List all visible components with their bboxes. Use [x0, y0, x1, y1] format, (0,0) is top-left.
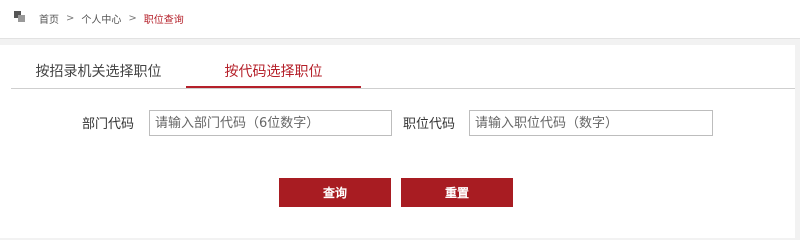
breadcrumb-separator: >: [66, 13, 75, 24]
tab-by-agency[interactable]: 按招录机关选择职位: [11, 58, 186, 86]
breadcrumb-home[interactable]: 首页: [39, 11, 59, 26]
breadcrumb-bar: 首页 > 个人中心 > 职位查询: [0, 0, 800, 39]
breadcrumb-current: 职位查询: [143, 15, 184, 26]
position-code-label: 职位代码: [403, 117, 456, 132]
breadcrumb: 首页 > 个人中心 > 职位查询: [39, 11, 184, 26]
tab-bar: 按招录机关选择职位 按代码选择职位: [11, 58, 795, 89]
breadcrumb-separator: >: [128, 13, 137, 24]
dept-code-label: 部门代码: [82, 117, 135, 132]
dept-code-input[interactable]: [149, 110, 392, 136]
query-panel: 按招录机关选择职位 按代码选择职位 部门代码 职位代码 查询 重置: [0, 45, 795, 238]
home-icon[interactable]: [14, 11, 26, 23]
breadcrumb-personal-center[interactable]: 个人中心: [81, 11, 121, 26]
position-code-input[interactable]: [469, 110, 713, 136]
reset-button[interactable]: 重置: [401, 178, 513, 207]
tab-by-code[interactable]: 按代码选择职位: [186, 58, 361, 88]
search-button[interactable]: 查询: [279, 178, 391, 207]
